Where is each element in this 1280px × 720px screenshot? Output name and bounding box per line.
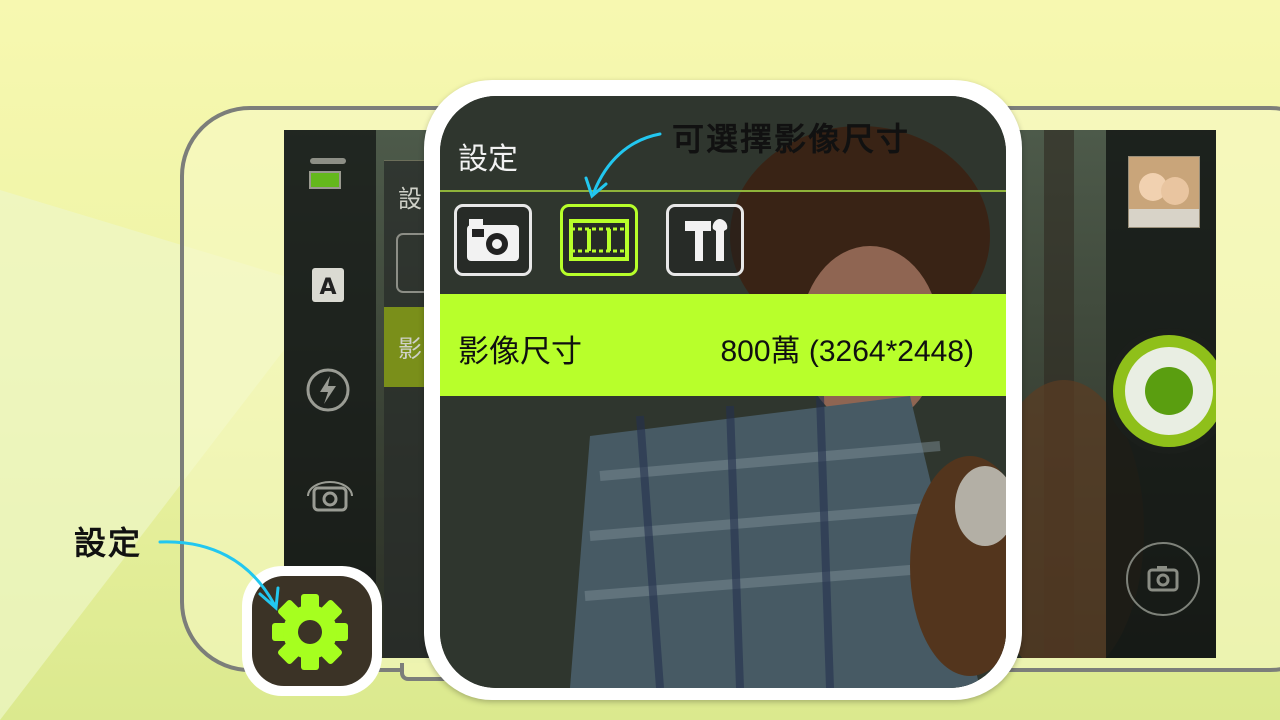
settings-panel: 設定 影像尺寸 800萬 (3264*2448)	[440, 96, 1006, 688]
settings-gear-callout	[242, 566, 382, 696]
image-size-row[interactable]: 影像尺寸 800萬 (3264*2448)	[440, 294, 1006, 396]
settings-divider	[440, 190, 1006, 192]
settings-callout-label: 設定	[74, 524, 143, 562]
shutter-button[interactable]	[1106, 328, 1216, 454]
thumbnail-image	[1129, 157, 1199, 227]
shutter-dot	[1145, 367, 1193, 415]
image-size-label: 影像尺寸	[458, 334, 582, 370]
settings-gear-button[interactable]	[252, 576, 372, 686]
tab-tools[interactable]	[666, 204, 744, 276]
settings-zoom-callout: 設定 影像尺寸 800萬 (3264*2448)	[424, 80, 1022, 700]
settings-title: 設定	[458, 142, 518, 177]
flash-auto-icon[interactable]	[304, 366, 352, 414]
film-strip-icon	[569, 219, 629, 261]
gear-icon	[272, 594, 348, 670]
battery-icon	[309, 158, 346, 189]
right-toolbar	[1106, 130, 1216, 658]
tab-camera-settings[interactable]	[454, 204, 532, 276]
camera-mode-button[interactable]	[1126, 542, 1200, 616]
tools-icon	[685, 218, 728, 261]
svg-text:A: A	[319, 275, 336, 300]
tab-video[interactable]	[560, 204, 638, 276]
behind-panel-row-label: 影	[398, 335, 422, 363]
switch-camera-icon[interactable]	[304, 474, 356, 522]
behind-panel-title: 設	[398, 185, 422, 213]
camera-mode-icon	[1147, 566, 1179, 592]
image-size-value: 800萬 (3264*2448)	[720, 335, 974, 368]
shutter-ring	[1113, 335, 1216, 447]
image-size-callout-label: 可選擇影像尺寸	[672, 120, 911, 158]
gallery-thumbnail[interactable]	[1128, 156, 1200, 228]
camera-settings-icon	[467, 219, 519, 261]
scene-auto-icon[interactable]: A	[304, 264, 352, 308]
